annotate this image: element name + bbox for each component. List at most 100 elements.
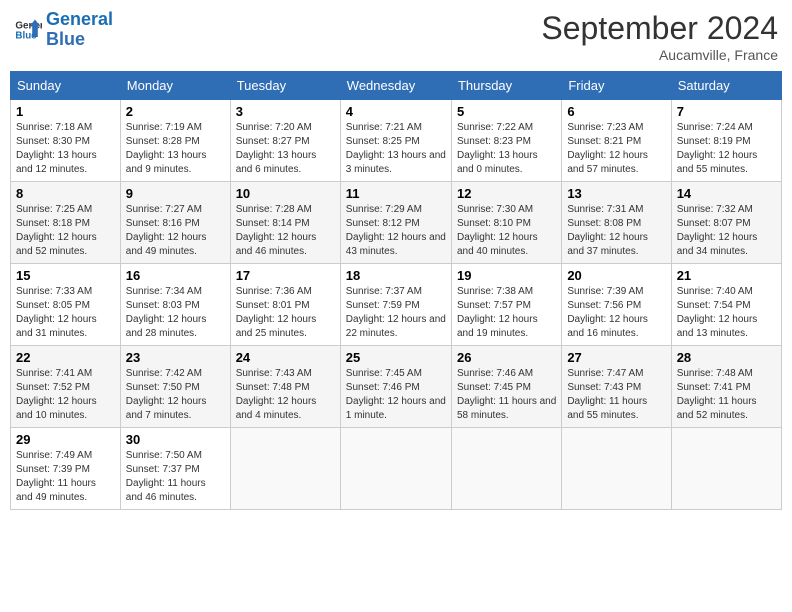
cell-info: Sunrise: 7:20 AMSunset: 8:27 PMDaylight:… xyxy=(236,122,317,175)
day-number: 5 xyxy=(457,104,556,119)
calendar-cell: 25 Sunrise: 7:45 AMSunset: 7:46 PMDaylig… xyxy=(340,346,451,428)
col-header-thursday: Thursday xyxy=(451,72,561,100)
cell-info: Sunrise: 7:27 AMSunset: 8:16 PMDaylight:… xyxy=(126,204,207,257)
cell-info: Sunrise: 7:41 AMSunset: 7:52 PMDaylight:… xyxy=(16,368,97,421)
calendar-cell: 13 Sunrise: 7:31 AMSunset: 8:08 PMDaylig… xyxy=(562,182,671,264)
day-number: 15 xyxy=(16,268,115,283)
calendar-cell: 22 Sunrise: 7:41 AMSunset: 7:52 PMDaylig… xyxy=(11,346,121,428)
calendar-cell: 28 Sunrise: 7:48 AMSunset: 7:41 PMDaylig… xyxy=(671,346,781,428)
day-number: 3 xyxy=(236,104,335,119)
day-number: 28 xyxy=(677,350,776,365)
calendar-cell: 4 Sunrise: 7:21 AMSunset: 8:25 PMDayligh… xyxy=(340,100,451,182)
calendar-cell xyxy=(562,428,671,510)
day-number: 29 xyxy=(16,432,115,447)
calendar-cell: 14 Sunrise: 7:32 AMSunset: 8:07 PMDaylig… xyxy=(671,182,781,264)
cell-info: Sunrise: 7:45 AMSunset: 7:46 PMDaylight:… xyxy=(346,368,446,421)
day-number: 26 xyxy=(457,350,556,365)
cell-info: Sunrise: 7:38 AMSunset: 7:57 PMDaylight:… xyxy=(457,286,538,339)
calendar-cell: 19 Sunrise: 7:38 AMSunset: 7:57 PMDaylig… xyxy=(451,264,561,346)
calendar-cell: 12 Sunrise: 7:30 AMSunset: 8:10 PMDaylig… xyxy=(451,182,561,264)
calendar-cell xyxy=(230,428,340,510)
calendar-cell: 27 Sunrise: 7:47 AMSunset: 7:43 PMDaylig… xyxy=(562,346,671,428)
day-number: 23 xyxy=(126,350,225,365)
cell-info: Sunrise: 7:19 AMSunset: 8:28 PMDaylight:… xyxy=(126,122,207,175)
cell-info: Sunrise: 7:18 AMSunset: 8:30 PMDaylight:… xyxy=(16,122,97,175)
cell-info: Sunrise: 7:29 AMSunset: 8:12 PMDaylight:… xyxy=(346,204,446,257)
day-number: 11 xyxy=(346,186,446,201)
calendar-cell: 15 Sunrise: 7:33 AMSunset: 8:05 PMDaylig… xyxy=(11,264,121,346)
logo-icon: General Blue xyxy=(14,16,42,44)
cell-info: Sunrise: 7:23 AMSunset: 8:21 PMDaylight:… xyxy=(567,122,648,175)
day-number: 25 xyxy=(346,350,446,365)
cell-info: Sunrise: 7:28 AMSunset: 8:14 PMDaylight:… xyxy=(236,204,317,257)
cell-info: Sunrise: 7:30 AMSunset: 8:10 PMDaylight:… xyxy=(457,204,538,257)
cell-info: Sunrise: 7:31 AMSunset: 8:08 PMDaylight:… xyxy=(567,204,648,257)
location: Aucamville, France xyxy=(541,47,778,63)
calendar-cell: 5 Sunrise: 7:22 AMSunset: 8:23 PMDayligh… xyxy=(451,100,561,182)
day-number: 30 xyxy=(126,432,225,447)
calendar-table: SundayMondayTuesdayWednesdayThursdayFrid… xyxy=(10,71,782,510)
calendar-cell: 16 Sunrise: 7:34 AMSunset: 8:03 PMDaylig… xyxy=(120,264,230,346)
calendar-cell: 26 Sunrise: 7:46 AMSunset: 7:45 PMDaylig… xyxy=(451,346,561,428)
day-number: 17 xyxy=(236,268,335,283)
cell-info: Sunrise: 7:37 AMSunset: 7:59 PMDaylight:… xyxy=(346,286,446,339)
day-number: 14 xyxy=(677,186,776,201)
day-number: 18 xyxy=(346,268,446,283)
day-number: 21 xyxy=(677,268,776,283)
calendar-cell: 7 Sunrise: 7:24 AMSunset: 8:19 PMDayligh… xyxy=(671,100,781,182)
calendar-cell: 21 Sunrise: 7:40 AMSunset: 7:54 PMDaylig… xyxy=(671,264,781,346)
calendar-cell: 20 Sunrise: 7:39 AMSunset: 7:56 PMDaylig… xyxy=(562,264,671,346)
cell-info: Sunrise: 7:21 AMSunset: 8:25 PMDaylight:… xyxy=(346,122,446,175)
cell-info: Sunrise: 7:32 AMSunset: 8:07 PMDaylight:… xyxy=(677,204,758,257)
cell-info: Sunrise: 7:50 AMSunset: 7:37 PMDaylight:… xyxy=(126,450,206,503)
cell-info: Sunrise: 7:49 AMSunset: 7:39 PMDaylight:… xyxy=(16,450,96,503)
day-number: 1 xyxy=(16,104,115,119)
calendar-cell: 29 Sunrise: 7:49 AMSunset: 7:39 PMDaylig… xyxy=(11,428,121,510)
cell-info: Sunrise: 7:25 AMSunset: 8:18 PMDaylight:… xyxy=(16,204,97,257)
day-number: 19 xyxy=(457,268,556,283)
cell-info: Sunrise: 7:43 AMSunset: 7:48 PMDaylight:… xyxy=(236,368,317,421)
calendar-cell: 11 Sunrise: 7:29 AMSunset: 8:12 PMDaylig… xyxy=(340,182,451,264)
calendar-cell: 23 Sunrise: 7:42 AMSunset: 7:50 PMDaylig… xyxy=(120,346,230,428)
cell-info: Sunrise: 7:48 AMSunset: 7:41 PMDaylight:… xyxy=(677,368,757,421)
calendar-cell: 24 Sunrise: 7:43 AMSunset: 7:48 PMDaylig… xyxy=(230,346,340,428)
day-number: 13 xyxy=(567,186,665,201)
calendar-cell: 10 Sunrise: 7:28 AMSunset: 8:14 PMDaylig… xyxy=(230,182,340,264)
day-number: 27 xyxy=(567,350,665,365)
calendar-cell: 1 Sunrise: 7:18 AMSunset: 8:30 PMDayligh… xyxy=(11,100,121,182)
col-header-tuesday: Tuesday xyxy=(230,72,340,100)
col-header-monday: Monday xyxy=(120,72,230,100)
cell-info: Sunrise: 7:24 AMSunset: 8:19 PMDaylight:… xyxy=(677,122,758,175)
title-block: September 2024 Aucamville, France xyxy=(541,10,778,63)
day-number: 9 xyxy=(126,186,225,201)
cell-info: Sunrise: 7:22 AMSunset: 8:23 PMDaylight:… xyxy=(457,122,538,175)
calendar-cell xyxy=(671,428,781,510)
day-number: 8 xyxy=(16,186,115,201)
calendar-cell: 8 Sunrise: 7:25 AMSunset: 8:18 PMDayligh… xyxy=(11,182,121,264)
day-number: 12 xyxy=(457,186,556,201)
calendar-cell: 17 Sunrise: 7:36 AMSunset: 8:01 PMDaylig… xyxy=(230,264,340,346)
calendar-cell: 3 Sunrise: 7:20 AMSunset: 8:27 PMDayligh… xyxy=(230,100,340,182)
cell-info: Sunrise: 7:42 AMSunset: 7:50 PMDaylight:… xyxy=(126,368,207,421)
day-number: 4 xyxy=(346,104,446,119)
calendar-cell: 6 Sunrise: 7:23 AMSunset: 8:21 PMDayligh… xyxy=(562,100,671,182)
col-header-saturday: Saturday xyxy=(671,72,781,100)
day-number: 6 xyxy=(567,104,665,119)
cell-info: Sunrise: 7:36 AMSunset: 8:01 PMDaylight:… xyxy=(236,286,317,339)
calendar-cell: 30 Sunrise: 7:50 AMSunset: 7:37 PMDaylig… xyxy=(120,428,230,510)
cell-info: Sunrise: 7:46 AMSunset: 7:45 PMDaylight:… xyxy=(457,368,556,421)
page-header: General Blue GeneralBlue September 2024 … xyxy=(10,10,782,63)
cell-info: Sunrise: 7:40 AMSunset: 7:54 PMDaylight:… xyxy=(677,286,758,339)
day-number: 22 xyxy=(16,350,115,365)
calendar-cell: 2 Sunrise: 7:19 AMSunset: 8:28 PMDayligh… xyxy=(120,100,230,182)
cell-info: Sunrise: 7:47 AMSunset: 7:43 PMDaylight:… xyxy=(567,368,647,421)
calendar-week-1: 1 Sunrise: 7:18 AMSunset: 8:30 PMDayligh… xyxy=(11,100,782,182)
col-header-wednesday: Wednesday xyxy=(340,72,451,100)
logo: General Blue GeneralBlue xyxy=(14,10,113,50)
month-title: September 2024 xyxy=(541,10,778,47)
cell-info: Sunrise: 7:34 AMSunset: 8:03 PMDaylight:… xyxy=(126,286,207,339)
cell-info: Sunrise: 7:39 AMSunset: 7:56 PMDaylight:… xyxy=(567,286,648,339)
day-number: 24 xyxy=(236,350,335,365)
calendar-week-3: 15 Sunrise: 7:33 AMSunset: 8:05 PMDaylig… xyxy=(11,264,782,346)
calendar-cell xyxy=(451,428,561,510)
